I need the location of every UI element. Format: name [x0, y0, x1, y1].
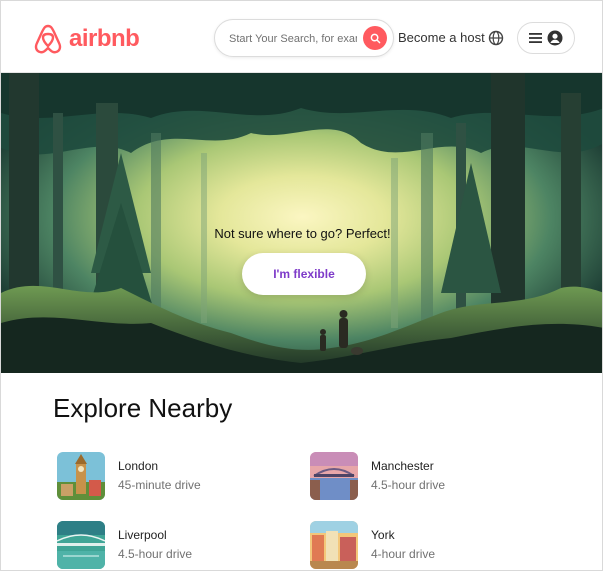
search-bar[interactable]: [214, 19, 394, 57]
search-icon: [370, 33, 380, 43]
city-name: London: [118, 459, 159, 473]
nearby-card-liverpool[interactable]: Liverpool 4.5-hour drive: [57, 520, 277, 570]
hero-banner: Not sure where to go? Perfect! I'm flexi…: [1, 73, 602, 373]
manchester-bridge-image: [310, 452, 358, 500]
city-name: Liverpool: [118, 528, 167, 542]
drive-time: 4.5-hour drive: [371, 478, 446, 492]
top-header: airbnb Become a host: [1, 1, 602, 73]
york-street-image: [310, 521, 358, 569]
city-name: York: [371, 528, 395, 542]
airbnb-logo[interactable]: airbnb: [33, 23, 140, 55]
airbnb-logo-icon: [34, 24, 62, 54]
nearby-card-york[interactable]: York 4-hour drive: [310, 520, 530, 570]
search-button[interactable]: [363, 26, 387, 50]
london-thumbnail: [57, 452, 105, 500]
page-frame: airbnb Become a host: [0, 0, 603, 571]
user-menu-button[interactable]: [517, 22, 575, 54]
search-input[interactable]: [229, 29, 357, 49]
im-flexible-button[interactable]: I'm flexible: [242, 253, 366, 295]
city-name: Manchester: [371, 459, 434, 473]
logo-text: airbnb: [69, 25, 140, 52]
user-profile-icon: [547, 30, 563, 46]
big-ben-image: [57, 452, 105, 500]
globe-icon[interactable]: [488, 30, 504, 46]
hero-tagline: Not sure where to go? Perfect!: [214, 226, 391, 241]
drive-time: 4-hour drive: [371, 547, 436, 561]
become-host-link[interactable]: Become a host: [398, 30, 485, 45]
nearby-card-manchester[interactable]: Manchester 4.5-hour drive: [310, 451, 530, 501]
drive-time: 4.5-hour drive: [118, 547, 193, 561]
york-thumbnail: [310, 521, 358, 569]
explore-nearby-grid: London 45-minute drive Manchester 4.5-ho…: [57, 451, 577, 570]
liverpool-waterfront-image: [57, 521, 105, 569]
drive-time: 45-minute drive: [118, 478, 201, 492]
liverpool-thumbnail: [57, 521, 105, 569]
manchester-thumbnail: [310, 452, 358, 500]
nearby-card-london[interactable]: London 45-minute drive: [57, 451, 277, 501]
forest-hero-image: [1, 73, 602, 373]
explore-nearby-heading: Explore Nearby: [53, 393, 233, 423]
menu-icon: [529, 33, 542, 43]
